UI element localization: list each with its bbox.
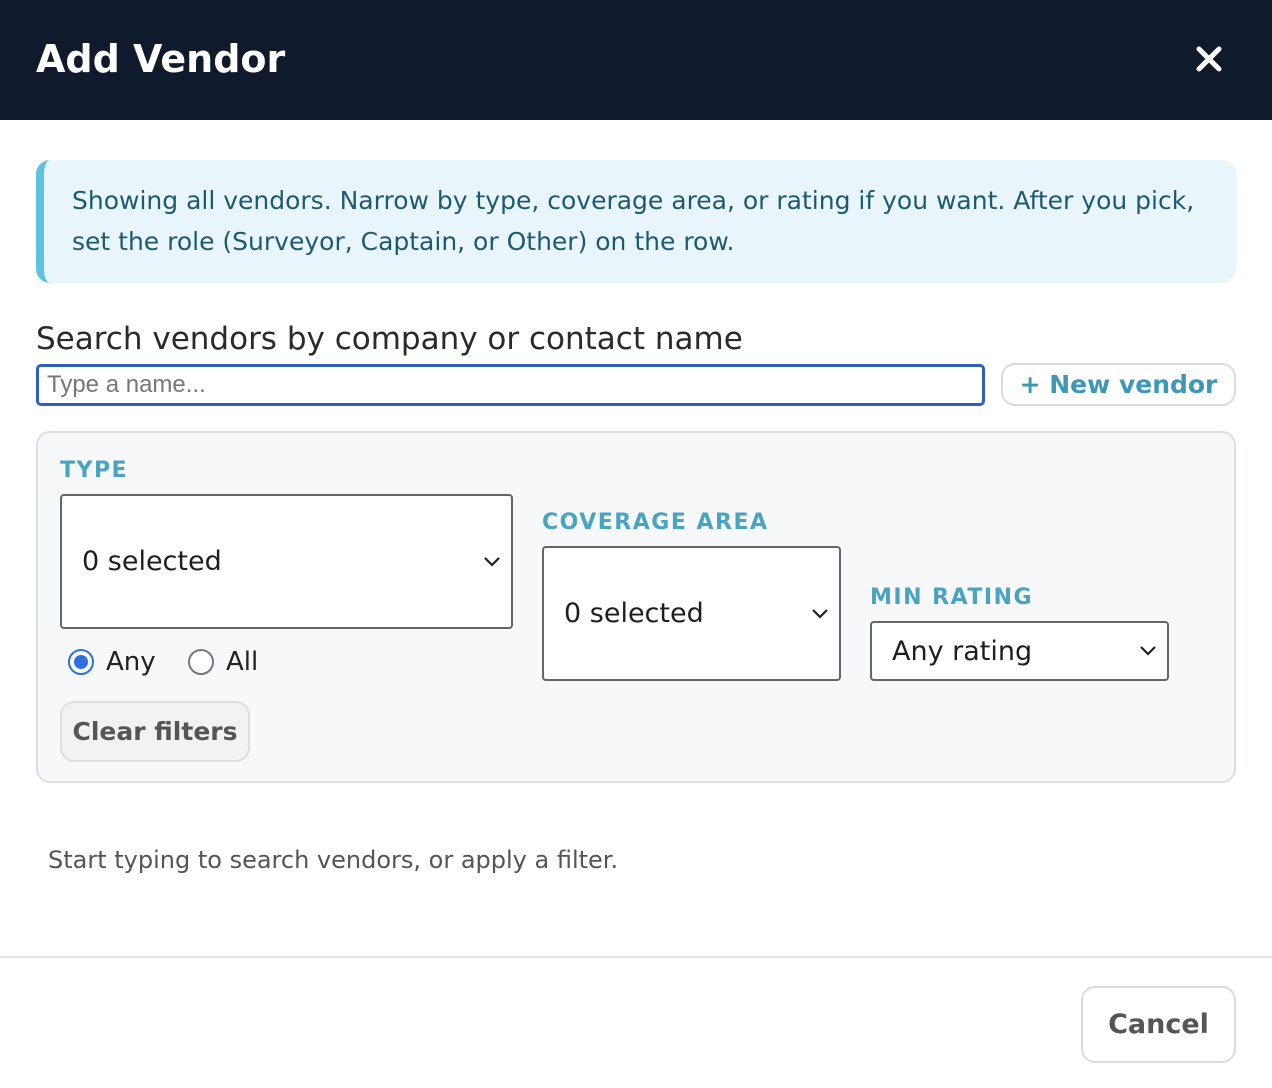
coverage-select-value: 0 selected — [564, 598, 704, 629]
type-filter-label: TYPE — [60, 458, 129, 483]
cancel-label: Cancel — [1108, 1009, 1209, 1040]
close-icon — [1196, 46, 1222, 72]
modal-header: Add Vendor — [0, 0, 1272, 120]
close-button[interactable] — [1188, 38, 1230, 80]
type-match-any-label: Any — [106, 647, 156, 677]
search-input[interactable] — [36, 364, 985, 406]
type-select[interactable]: 0 selected — [60, 494, 513, 629]
coverage-filter-label: COVERAGE AREA — [542, 510, 769, 535]
filters-panel: TYPE 0 selected Any All Clear filters CO… — [36, 431, 1236, 783]
results-hint: Start typing to search vendors, or apply… — [48, 846, 619, 874]
search-label: Search vendors by company or contact nam… — [36, 321, 743, 357]
footer-divider — [0, 956, 1272, 958]
clear-filters-button[interactable]: Clear filters — [60, 701, 250, 762]
type-select-value: 0 selected — [82, 546, 222, 577]
rating-filter-label: MIN RATING — [870, 585, 1034, 610]
type-match-all-radio[interactable]: All — [188, 647, 258, 677]
new-vendor-label: + New vendor — [1019, 370, 1218, 399]
rating-select[interactable]: Any rating — [870, 621, 1169, 681]
modal-title: Add Vendor — [36, 37, 286, 81]
cancel-button[interactable]: Cancel — [1081, 986, 1236, 1063]
add-vendor-modal: Add Vendor Showing all vendors. Narrow b… — [0, 0, 1272, 1088]
coverage-select[interactable]: 0 selected — [542, 546, 841, 681]
new-vendor-button[interactable]: + New vendor — [1001, 363, 1236, 406]
radio-unselected-icon — [188, 649, 214, 675]
chevron-down-icon — [811, 608, 829, 620]
info-text: Showing all vendors. Narrow by type, cov… — [72, 186, 1195, 256]
type-match-any-radio[interactable]: Any — [68, 647, 156, 677]
radio-selected-icon — [68, 649, 94, 675]
clear-filters-label: Clear filters — [72, 717, 238, 746]
chevron-down-icon — [483, 556, 501, 568]
type-match-all-label: All — [226, 647, 259, 677]
rating-select-value: Any rating — [892, 635, 1033, 667]
info-banner: Showing all vendors. Narrow by type, cov… — [36, 160, 1236, 283]
chevron-down-icon — [1139, 645, 1157, 657]
